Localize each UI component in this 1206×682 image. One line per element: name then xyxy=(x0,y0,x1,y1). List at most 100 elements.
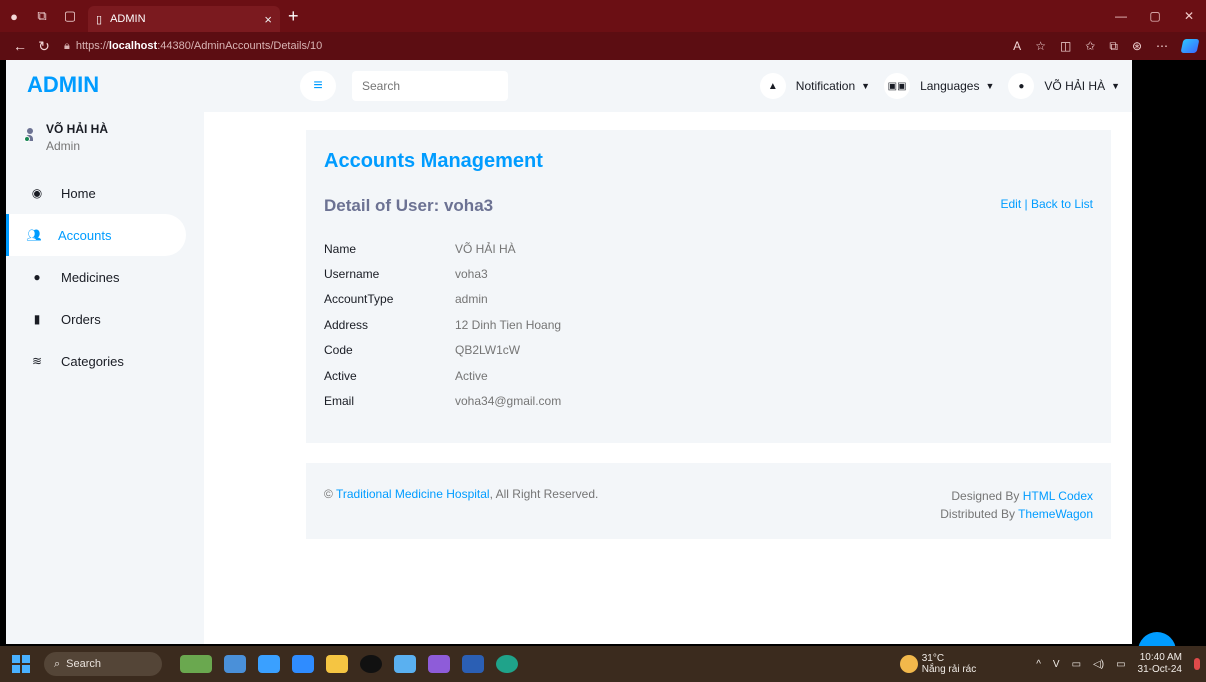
languages-label: Languages xyxy=(920,79,980,93)
sidebar-item-accounts[interactable]: 👥︎ Accounts xyxy=(6,214,186,256)
detail-row: Email voha34@gmail.com xyxy=(324,388,561,413)
close-window-icon[interactable]: ✕ xyxy=(1172,9,1206,23)
weather-text: Nắng rải rác xyxy=(921,664,977,675)
sidebar-item-orders[interactable]: ▮ Orders xyxy=(6,298,204,340)
word-icon[interactable] xyxy=(462,655,484,673)
field-label: Code xyxy=(324,343,353,358)
copyright: © Traditional Medicine Hospital, All Rig… xyxy=(324,487,598,501)
widgets-icon[interactable] xyxy=(180,655,212,673)
favorites-icon[interactable]: ✩ xyxy=(1085,39,1095,53)
sidebar-item-label: Medicines xyxy=(61,269,120,285)
edit-link[interactable]: Edit xyxy=(1000,197,1021,211)
rights-text: , All Right Reserved. xyxy=(489,487,599,501)
visual-studio-icon[interactable] xyxy=(428,655,450,673)
menu-toggle-button[interactable]: ≡ xyxy=(300,71,336,101)
minimize-icon[interactable]: — xyxy=(1104,9,1138,23)
tachometer-icon: ◉ xyxy=(31,186,43,200)
notification-center-icon[interactable] xyxy=(1194,658,1200,670)
taskbar-apps xyxy=(180,655,518,673)
restore-icon[interactable]: ▢ xyxy=(1138,9,1172,23)
sidebar-item-label: Categories xyxy=(61,353,124,369)
weather-icon xyxy=(899,655,918,673)
date: 31-Oct-24 xyxy=(1137,664,1182,675)
detail-row: Address 12 Dinh Tien Hoang xyxy=(324,312,561,337)
footer: © Traditional Medicine Hospital, All Rig… xyxy=(306,463,1111,539)
action-links: Edit | Back to List xyxy=(1000,197,1093,211)
windows-start-icon[interactable] xyxy=(12,655,30,673)
sidebar-item-categories[interactable]: ≋ Categories xyxy=(6,340,204,382)
field-label: Email xyxy=(324,394,355,409)
taskbar: ⌕ Search 31°C Nắng rải rác ^ V ▭ ◁) ▭ 10:… xyxy=(0,646,1206,682)
todo-app-icon[interactable] xyxy=(292,655,314,673)
browser-tabstrip: ● ⧉ ▢ ▯ ADMIN × + — ▢ ✕ xyxy=(0,0,1206,32)
user-avatar-icon xyxy=(24,122,38,146)
task-view-icon[interactable] xyxy=(224,655,246,673)
url-field[interactable]: 🔒︎ https://localhost:44380/AdminAccounts… xyxy=(64,40,322,53)
user-profile: VÕ HẢI HÀ Admin xyxy=(24,122,108,153)
edge-icon[interactable] xyxy=(496,655,518,673)
close-tab-icon[interactable]: × xyxy=(264,12,272,27)
taskbar-search[interactable]: ⌕ Search xyxy=(44,652,162,676)
network-icon[interactable]: ▭ xyxy=(1072,659,1081,670)
user-dropdown[interactable]: ● VÕ HẢI HÀ ▼ xyxy=(1008,73,1120,99)
detail-list: Name VÕ HẢI HÀ Username voha3 AccountType a… xyxy=(324,236,561,414)
back-icon[interactable]: ← xyxy=(8,38,32,54)
distributed-by-text: Distributed By xyxy=(940,507,1019,521)
user-role: Admin xyxy=(46,139,81,153)
distributor-link[interactable]: ThemeWagon xyxy=(1018,507,1093,521)
split-screen-icon[interactable]: ◫ xyxy=(1060,39,1071,53)
collections-icon[interactable]: ⧉ xyxy=(1109,39,1118,54)
clock[interactable]: 10:40 AM 31-Oct-24 xyxy=(1138,652,1182,676)
file-explorer-icon[interactable] xyxy=(326,655,348,673)
read-aloud-icon[interactable]: A xyxy=(1013,39,1021,53)
chevron-up-icon[interactable]: ^ xyxy=(1036,659,1041,670)
detail-row: AccountType admin xyxy=(324,287,561,312)
back-to-list-link[interactable]: Back to List xyxy=(1031,197,1093,211)
tiktok-icon[interactable] xyxy=(360,655,382,673)
languages-dropdown[interactable]: ▣▣ Languages ▼ xyxy=(884,73,994,99)
workspaces-icon[interactable]: ⧉ xyxy=(28,0,56,32)
site-link[interactable]: Traditional Medicine Hospital xyxy=(336,487,490,501)
refresh-icon[interactable]: ↻ xyxy=(32,38,56,55)
field-value: 12 Dinh Tien Hoang xyxy=(455,317,562,332)
online-status-dot xyxy=(24,136,30,142)
detail-heading: Detail of User: voha3 xyxy=(324,196,494,215)
volume-icon[interactable]: ◁) xyxy=(1093,659,1104,670)
favorite-star-icon[interactable]: ☆ xyxy=(1035,39,1046,53)
field-value: QB2LW1cW xyxy=(455,343,521,358)
tab-actions-icon[interactable]: ▢ xyxy=(56,0,84,32)
profile-icon[interactable]: ● xyxy=(0,0,28,32)
vpn-icon[interactable]: V xyxy=(1053,659,1060,670)
notification-dropdown[interactable]: ▲ Notification ▼ xyxy=(759,73,870,99)
search-icon: ⌕ xyxy=(54,657,61,670)
search-input[interactable] xyxy=(352,71,508,101)
detail-row: Username voha3 xyxy=(324,261,561,286)
copilot-app-icon[interactable] xyxy=(258,655,280,673)
extensions-icon[interactable]: ⊛ xyxy=(1132,39,1142,53)
field-value: voha34@gmail.com xyxy=(455,394,562,409)
top-navbar: ≡ ▲ Notification ▼ ▣▣ Languages ▼ ● VÕ H… xyxy=(204,60,1132,112)
sidebar-item-label: Orders xyxy=(61,311,101,327)
weather-widget[interactable]: 31°C Nắng rải rác xyxy=(899,653,977,675)
chevron-down-icon: ▼ xyxy=(985,81,995,91)
window-controls: — ▢ ✕ xyxy=(1104,0,1206,32)
designer-link[interactable]: HTML Codex xyxy=(1023,489,1093,503)
user-name: VÕ HẢI HÀ xyxy=(46,122,109,136)
browser-toolbar: A ☆ ◫ ✩ ⧉ ⊛ ⋯ xyxy=(1013,32,1200,60)
more-menu-icon[interactable]: ⋯ xyxy=(1156,39,1168,53)
copilot-icon[interactable] xyxy=(1180,39,1200,53)
browser-tab[interactable]: ▯ ADMIN × xyxy=(88,6,280,32)
detail-row: Name VÕ HẢI HÀ xyxy=(324,236,561,261)
sidebar-item-label: Accounts xyxy=(58,227,112,243)
app-icon[interactable] xyxy=(394,655,416,673)
url-prefix: https:// xyxy=(75,40,109,52)
brand-logo[interactable]: ADMIN xyxy=(27,72,99,98)
sidebar-item-home[interactable]: ◉ Home xyxy=(6,172,204,214)
lock-icon: 🔒︎ xyxy=(64,39,70,52)
sidebar-item-medicines[interactable]: ● Medicines xyxy=(6,256,204,298)
bell-icon: ▲ xyxy=(759,73,786,99)
battery-icon[interactable]: ▭ xyxy=(1116,659,1125,670)
temperature: 31°C xyxy=(921,653,945,664)
new-tab-button[interactable]: + xyxy=(288,6,299,27)
sidebar-item-label: Home xyxy=(61,185,96,201)
